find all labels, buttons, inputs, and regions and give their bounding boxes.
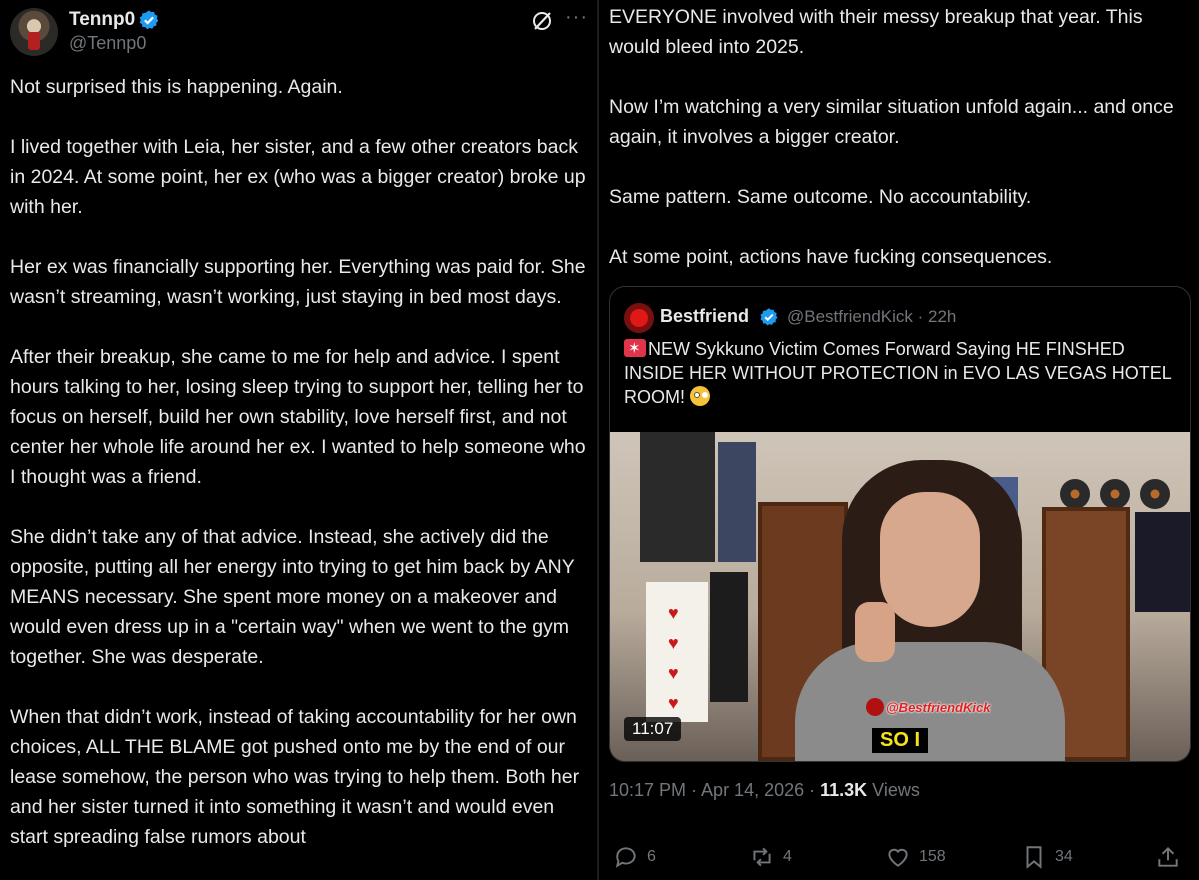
tweet-paragraph: Not surprised this is happening. Again. [10, 76, 343, 98]
tweet-right-column: EVERYONE involved with their messy break… [599, 0, 1199, 880]
bookmark-icon [1026, 846, 1042, 869]
video-duration: 11:07 [624, 717, 682, 741]
watermark-logo-icon [866, 698, 884, 716]
video-watermark: @BestfriendKick [866, 698, 990, 716]
flushed-face-icon [690, 386, 710, 406]
reply-button[interactable]: 6 [613, 840, 656, 874]
like-count: 158 [919, 848, 946, 865]
tweet-paragraph: Same pattern. Same outcome. No accountab… [609, 186, 1032, 208]
verified-badge-icon [139, 10, 159, 30]
user-handle[interactable]: @Tennp0 [69, 33, 146, 54]
repost-icon [753, 847, 771, 867]
heart-icon [888, 848, 908, 867]
video-player[interactable]: 11:07 @BestfriendKick SO I [610, 432, 1190, 761]
siren-icon [624, 337, 646, 361]
quoted-tweet-card[interactable]: Bestfriend @BestfriendKick · 22h NEW Syk… [609, 286, 1191, 762]
tweet-metadata: 10:17 PM · Apr 14, 2026 · 11.3K Views [609, 780, 920, 801]
share-icon [1158, 846, 1178, 867]
reply-count: 6 [647, 848, 656, 865]
action-bar: 6 4 158 34 [609, 840, 1189, 874]
repost-count: 4 [783, 848, 792, 865]
quoted-display-name[interactable]: Bestfriend [660, 306, 749, 327]
more-options-icon[interactable]: ··· [565, 6, 588, 29]
quoted-handle-time[interactable]: @BestfriendKick · 22h [787, 307, 956, 327]
tweet-paragraph: Her ex was financially supporting her. E… [10, 256, 586, 308]
tweet-body-continued: EVERYONE involved with their messy break… [609, 2, 1194, 302]
playing-card-poster [646, 582, 708, 722]
tweet-paragraph: She didn’t take any of that advice. Inst… [10, 526, 575, 668]
watermark-text: @BestfriendKick [886, 700, 991, 715]
bookmark-button[interactable]: 34 [1021, 840, 1073, 874]
video-caption: SO I [872, 728, 929, 753]
tweet-paragraph: I lived together with Leia, her sister, … [10, 136, 586, 218]
display-name[interactable]: Tennp0 [69, 9, 135, 31]
quoted-tweet-text: NEW Sykkuno Victim Comes Forward Saying … [624, 337, 1180, 409]
bookmark-count: 34 [1055, 848, 1073, 865]
grok-icon[interactable] [530, 9, 554, 33]
tweet-paragraph: After their breakup, she came to me for … [10, 346, 586, 488]
quoted-avatar[interactable] [624, 303, 654, 333]
share-button[interactable] [1155, 840, 1181, 874]
timestamp[interactable]: 10:17 PM · Apr 14, 2026 · [609, 780, 820, 800]
tweet-left-column: Tennp0 @Tennp0 ··· Not surprised this is… [0, 0, 597, 880]
repost-button[interactable]: 4 [749, 840, 792, 874]
tweet-paragraph: Now I’m watching a very similar situatio… [609, 96, 1174, 148]
views-count: 11.3K [820, 780, 868, 800]
tweet-paragraph: EVERYONE involved with their messy break… [609, 6, 1143, 58]
views-label: Views [867, 780, 920, 800]
avatar[interactable] [10, 8, 58, 56]
like-button[interactable]: 158 [885, 840, 946, 874]
verified-badge-icon [760, 308, 778, 326]
tweet-paragraph: At some point, actions have fucking cons… [609, 246, 1053, 268]
tweet-body: Not surprised this is happening. Again. … [10, 72, 590, 880]
reply-icon [615, 847, 636, 868]
tweet-paragraph: When that didn’t work, instead of taking… [10, 706, 580, 848]
